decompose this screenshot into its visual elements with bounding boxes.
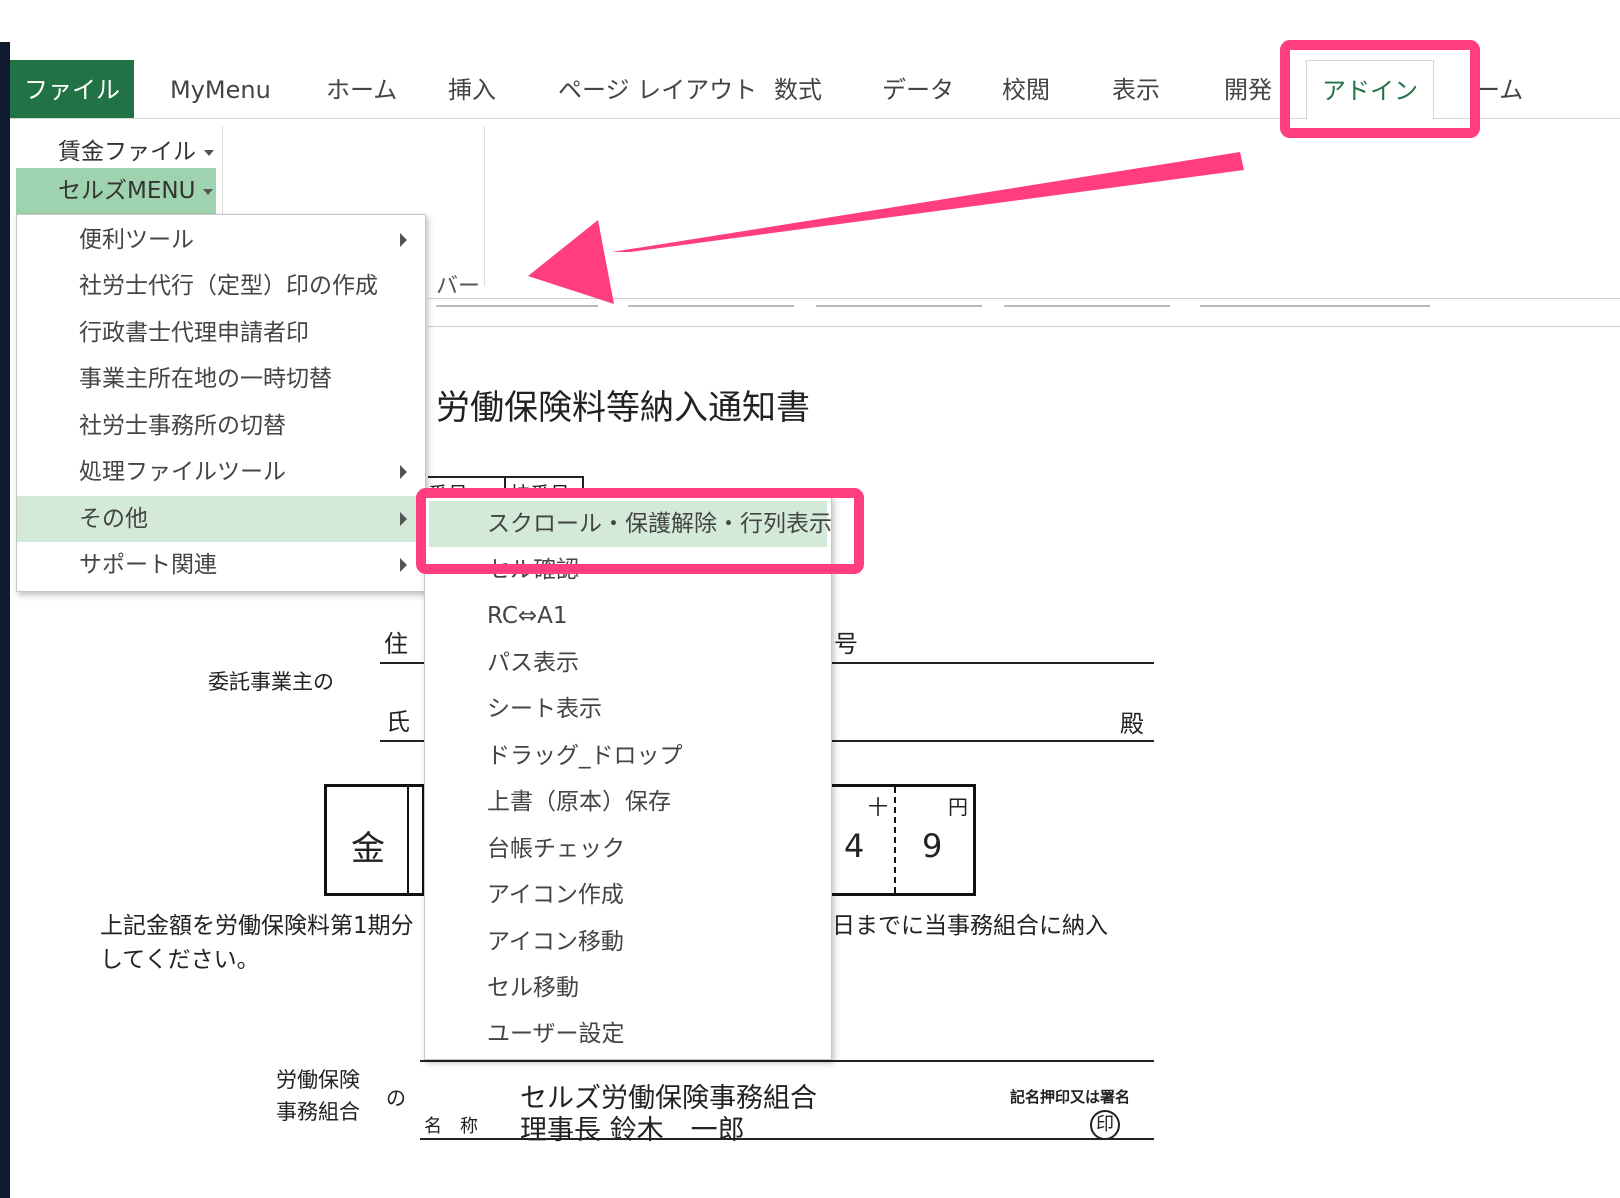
submenu-arrow-icon [400, 465, 407, 479]
submenu-item-label: 上書（原本）保存 [487, 789, 671, 815]
scroll-item-highlight [416, 488, 864, 574]
menu-item-label: 社労士代行（定型）印の作成 [79, 273, 378, 299]
menu-item-gyosei-seal[interactable]: 行政書士代理申請者印 [17, 310, 425, 356]
consignor-label: 委託事業主の [208, 670, 334, 694]
union-label-line2: 事務組合 [276, 1100, 360, 1124]
submenu-arrow-icon [400, 233, 407, 247]
cells-menu-dropdown: 便利ツール 社労士代行（定型）印の作成 行政書士代理申請者印 事業主所在地の一時… [16, 214, 426, 592]
tab-page-layout[interactable]: ページ レイアウト [558, 60, 757, 118]
amount-digits-box: 十 円 4 9 [830, 784, 976, 896]
wage-file-button[interactable]: 賃金ファイル [58, 132, 214, 166]
submenu-item-label: ユーザー設定 [487, 1021, 625, 1047]
digit-yen-header: 円 [948, 795, 968, 819]
submenu-arrow-icon [400, 558, 407, 572]
submenu-item-icon-create[interactable]: アイコン作成 [425, 872, 831, 918]
menu-item-label: 処理ファイルツール [79, 459, 286, 485]
note-left: 上記金額を労働保険料第1期分 [100, 913, 414, 939]
digit-divider [894, 787, 896, 893]
addin-tab-highlight [1280, 40, 1480, 138]
submenu-item-rc-a1[interactable]: RC⇔A1 [425, 593, 831, 639]
tab-data[interactable]: データ [882, 60, 954, 118]
tab-home[interactable]: ホーム [326, 60, 397, 118]
box-divider [407, 787, 409, 893]
dropdown-caret-icon [204, 149, 214, 156]
submenu-item-label: RC⇔A1 [487, 603, 568, 629]
submenu-item-label: シート表示 [487, 696, 602, 722]
cells-menu-button[interactable]: セルズMENU [16, 168, 216, 214]
tab-view[interactable]: 表示 [1112, 60, 1160, 118]
menu-item-support[interactable]: サポート関連 [17, 542, 425, 588]
submenu-item-label: セル移動 [487, 975, 579, 1001]
menu-item-label: 行政書士代理申請者印 [79, 320, 309, 346]
digit-yen-value: 9 [922, 827, 943, 865]
toolbar-group-label: バー [436, 274, 481, 299]
submenu-arrow-icon [400, 512, 407, 526]
menu-item-office-switch[interactable]: 社労士事務所の切替 [17, 403, 425, 449]
formula-bar-border [428, 326, 1620, 327]
menu-item-label: 事業主所在地の一時切替 [79, 366, 332, 392]
menu-item-sharoushi-seal[interactable]: 社労士代行（定型）印の作成 [17, 263, 425, 309]
union-label-line1: 労働保険 [276, 1068, 360, 1092]
union-bottom-line [420, 1138, 1154, 1140]
director-name: 理事長 鈴木 一郎 [520, 1115, 745, 1146]
submenu-item-overwrite-save[interactable]: 上書（原本）保存 [425, 779, 831, 825]
menu-item-label: その他 [79, 506, 148, 532]
other-submenu: スクロール・保護解除・行列表示 セル確認 RC⇔A1 パス表示 シート表示 ドラ… [424, 496, 832, 1060]
submenu-item-path-display[interactable]: パス表示 [425, 640, 831, 686]
submenu-item-ledger-check[interactable]: 台帳チェック [425, 826, 831, 872]
tab-team[interactable]: ーム [1476, 60, 1523, 118]
submenu-item-label: 台帳チェック [487, 836, 625, 862]
union-particle: の [386, 1086, 406, 1110]
submenu-item-cell-move[interactable]: セル移動 [425, 965, 831, 1011]
menu-item-file-tools[interactable]: 処理ファイルツール [17, 449, 425, 495]
address-label: 住 [384, 630, 408, 658]
submenu-item-user-settings[interactable]: ユーザー設定 [425, 1011, 831, 1057]
amount-prefix-box: 金 [324, 784, 424, 896]
tab-formulas[interactable]: 数式 [774, 60, 822, 118]
submenu-item-icon-move[interactable]: アイコン移動 [425, 919, 831, 965]
menu-item-address-switch[interactable]: 事業主所在地の一時切替 [17, 356, 425, 402]
window-edge [0, 42, 10, 1198]
menu-item-convenience-tools[interactable]: 便利ツール [17, 217, 425, 263]
honorific: 殿 [1120, 710, 1144, 738]
seal-mark: 印 [1090, 1110, 1120, 1140]
pointer-arrow-icon [528, 152, 1244, 304]
name-label-small: 名 称 [424, 1116, 478, 1137]
wage-file-label: 賃金ファイル [58, 139, 196, 165]
tab-mymenu[interactable]: MyMenu [170, 60, 271, 118]
tab-review[interactable]: 校閲 [1002, 60, 1050, 118]
document-title: 労働保険料等納入通知書 [436, 388, 810, 428]
submenu-item-label: アイコン移動 [487, 929, 624, 955]
address-suffix: 号 [834, 630, 858, 658]
cells-menu-label: セルズMENU [58, 178, 196, 204]
submenu-item-label: ドラッグ_ドロップ [487, 743, 683, 769]
union-top-line [420, 1060, 1154, 1062]
amount-prefix: 金 [351, 829, 385, 869]
menu-item-label: 便利ツール [79, 227, 194, 253]
tab-developer[interactable]: 開発 [1224, 60, 1272, 118]
name-label: 氏 [386, 708, 410, 736]
digit-tens-header: 十 [868, 795, 888, 819]
tab-insert[interactable]: 挿入 [448, 60, 496, 118]
menu-item-label: 社労士事務所の切替 [79, 413, 286, 439]
note-line2: してください。 [100, 947, 260, 973]
menu-item-label: サポート関連 [79, 552, 217, 578]
dropdown-caret-icon [203, 188, 214, 195]
submenu-item-sheet-display[interactable]: シート表示 [425, 686, 831, 732]
tab-file[interactable]: ファイル [10, 60, 134, 118]
submenu-item-drag-drop[interactable]: ドラッグ_ドロップ [425, 733, 831, 779]
submenu-item-label: パス表示 [487, 650, 579, 676]
seal-note: 記名押印又は署名 [1010, 1088, 1131, 1106]
menu-item-other[interactable]: その他 [17, 496, 425, 542]
submenu-item-label: アイコン作成 [487, 882, 624, 908]
note-right: 日までに当事務組合に納入 [832, 913, 1108, 939]
ribbon-separator [484, 126, 485, 286]
digit-tens-value: 4 [844, 827, 865, 865]
